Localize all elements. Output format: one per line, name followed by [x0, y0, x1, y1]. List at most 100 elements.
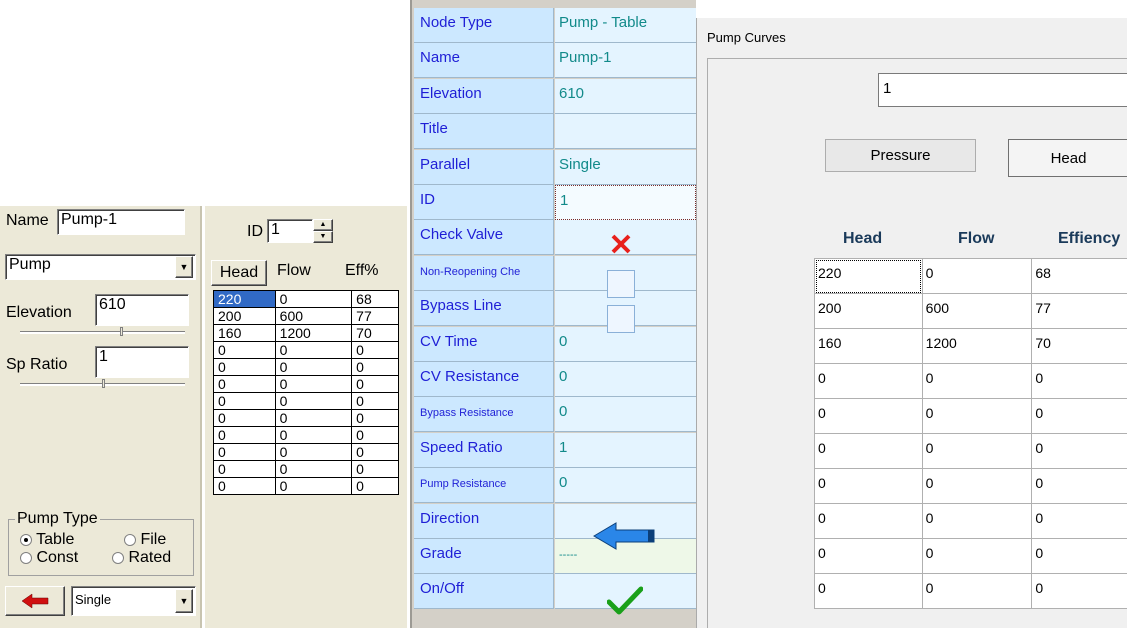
table-cell[interactable]: 0	[351, 460, 399, 478]
check-valve-x-icon[interactable]	[610, 233, 632, 258]
property-value[interactable]: 1	[555, 432, 696, 468]
table-cell[interactable]: 0	[213, 460, 276, 478]
property-value[interactable]: 0	[555, 362, 696, 397]
table-cell[interactable]: 70	[1031, 328, 1127, 364]
table-cell[interactable]: 0	[213, 443, 276, 461]
table-cell[interactable]: 0	[814, 503, 923, 539]
table-cell[interactable]: 0	[213, 375, 276, 393]
table-cell[interactable]: 0	[351, 426, 399, 444]
property-row[interactable]: On/Off	[414, 574, 696, 610]
table-cell[interactable]: 0	[1031, 538, 1127, 574]
property-row[interactable]: Elevation 610	[414, 78, 696, 114]
element-type-dropdown[interactable]: Pump	[5, 254, 196, 280]
table-cell[interactable]: 0	[351, 375, 399, 393]
table-cell[interactable]: 0	[274, 460, 353, 478]
property-value[interactable]: 0	[555, 397, 696, 433]
property-row[interactable]: CV Resistance 0	[414, 362, 696, 397]
spin-up-icon[interactable]: ▲	[313, 219, 333, 231]
radio-table[interactable]: Table	[20, 531, 74, 549]
radio-const[interactable]: Const	[20, 549, 78, 567]
name-input[interactable]: Pump-1	[57, 209, 185, 235]
table-cell[interactable]: 0	[1031, 468, 1127, 504]
slider-thumb[interactable]	[120, 327, 123, 336]
property-row[interactable]: ID 1	[414, 185, 696, 220]
table-cell[interactable]: 0	[274, 426, 353, 444]
table-cell[interactable]: 0	[1031, 503, 1127, 539]
property-value[interactable]: 1	[555, 185, 696, 220]
head-column-header[interactable]: Head	[211, 260, 267, 286]
table-cell[interactable]: 200	[213, 307, 276, 325]
sp-ratio-input[interactable]: 1	[95, 346, 189, 378]
table-cell[interactable]: 0	[814, 573, 923, 609]
table-cell[interactable]: 0	[921, 398, 1033, 434]
table-cell[interactable]: 600	[274, 307, 353, 325]
property-row[interactable]: Check Valve	[414, 220, 696, 256]
table-cell[interactable]: 0	[921, 573, 1033, 609]
table-cell[interactable]: 0	[921, 433, 1033, 469]
property-value[interactable]: 0	[555, 468, 696, 504]
on-off-check-icon[interactable]	[606, 586, 644, 619]
property-row[interactable]: Bypass Line	[414, 291, 696, 327]
table-cell[interactable]: 0	[274, 341, 353, 359]
table-cell[interactable]: 0	[274, 375, 353, 393]
table-cell[interactable]: 0	[274, 392, 353, 410]
table-cell[interactable]: 600	[921, 293, 1033, 329]
table-cell[interactable]: 0	[814, 468, 923, 504]
spin-down-icon[interactable]: ▼	[313, 231, 333, 243]
property-row[interactable]: Title	[414, 114, 696, 150]
table-cell[interactable]: 0	[921, 538, 1033, 574]
table-cell[interactable]: 0	[1031, 433, 1127, 469]
chevron-down-icon[interactable]: ▼	[175, 589, 193, 613]
property-value[interactable]: Pump - Table	[555, 8, 696, 43]
non-reopening-checkbox[interactable]	[607, 270, 635, 298]
table-cell[interactable]: 0	[1031, 398, 1127, 434]
table-cell[interactable]: 0	[274, 477, 353, 495]
id-input[interactable]: 1	[267, 219, 313, 243]
radio-rated[interactable]: Rated	[112, 549, 171, 567]
table-cell[interactable]: 0	[274, 290, 353, 308]
table-cell[interactable]: 0	[814, 433, 923, 469]
table-cell[interactable]: 0	[213, 341, 276, 359]
table-cell[interactable]: 0	[1031, 363, 1127, 399]
radio-file[interactable]: File	[124, 531, 166, 549]
table-cell[interactable]: 0	[814, 398, 923, 434]
table-cell[interactable]: 0	[921, 468, 1033, 504]
table-cell[interactable]: 68	[351, 290, 399, 308]
property-row[interactable]: Node Type Pump - Table	[414, 8, 696, 43]
elevation-input[interactable]: 610	[95, 294, 189, 326]
property-row[interactable]: Non-Reopening Che	[414, 255, 696, 291]
table-cell[interactable]: 0	[213, 426, 276, 444]
table-cell[interactable]: 0	[351, 409, 399, 427]
table-cell[interactable]: 0	[213, 477, 276, 495]
property-value[interactable]: Single	[555, 149, 696, 185]
slider-thumb[interactable]	[102, 379, 105, 388]
property-row[interactable]: Pump Resistance 0	[414, 468, 696, 504]
table-cell[interactable]: 0	[351, 443, 399, 461]
sp-ratio-slider[interactable]	[20, 379, 185, 388]
table-cell[interactable]: 0	[213, 392, 276, 410]
property-row[interactable]: Name Pump-1	[414, 43, 696, 79]
property-row[interactable]: Speed Ratio 1	[414, 432, 696, 468]
table-cell[interactable]: 68	[1031, 258, 1127, 294]
property-value[interactable]: 610	[555, 78, 696, 114]
table-cell[interactable]: 1200	[274, 324, 353, 342]
bypass-line-checkbox[interactable]	[607, 305, 635, 333]
property-value[interactable]: Pump-1	[555, 43, 696, 79]
table-cell[interactable]: 0	[1031, 573, 1127, 609]
table-cell[interactable]: 220	[814, 258, 923, 294]
direction-left-arrow-icon[interactable]	[592, 522, 656, 553]
table-cell[interactable]: 70	[351, 324, 399, 342]
table-cell[interactable]: 0	[921, 258, 1033, 294]
table-cell[interactable]: 77	[1031, 293, 1127, 329]
table-cell[interactable]: 0	[274, 409, 353, 427]
property-row[interactable]: CV Time 0	[414, 326, 696, 362]
table-cell[interactable]: 1200	[921, 328, 1033, 364]
table-cell[interactable]: 0	[814, 538, 923, 574]
property-row[interactable]: Parallel Single	[414, 149, 696, 185]
table-cell[interactable]: 0	[814, 363, 923, 399]
table-cell[interactable]: 0	[351, 477, 399, 495]
table-cell[interactable]: 200	[814, 293, 923, 329]
table-cell[interactable]: 0	[351, 392, 399, 410]
table-cell[interactable]: 160	[213, 324, 276, 342]
curve-id-input[interactable]: 1	[878, 73, 1127, 107]
